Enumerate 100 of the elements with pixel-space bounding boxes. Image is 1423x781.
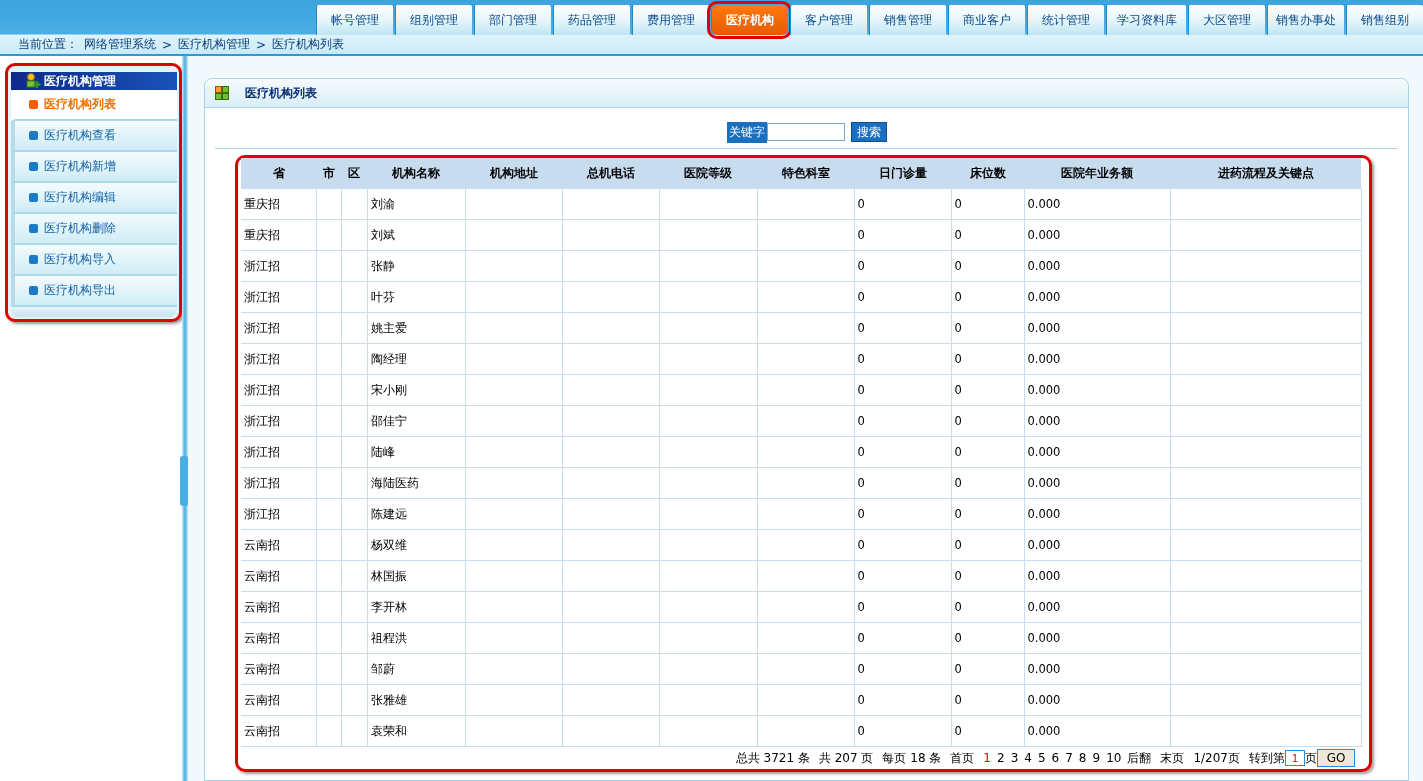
nav-tab[interactable]: 商业客户	[948, 5, 1025, 35]
table-cell: 0	[951, 281, 1024, 313]
goto-page-input[interactable]: 1	[1285, 750, 1305, 766]
column-header: 省	[241, 158, 316, 189]
page-link[interactable]: 6	[1051, 751, 1060, 765]
table-cell: 0	[854, 405, 951, 437]
table-cell: 浙江招	[241, 498, 316, 530]
table-cell: 0	[854, 653, 951, 685]
column-header: 特色科室	[757, 158, 854, 189]
table-cell: 0	[854, 281, 951, 313]
page-link[interactable]: 10	[1106, 751, 1122, 765]
go-button[interactable]: GO	[1317, 749, 1355, 767]
table-cell: 0	[951, 312, 1024, 344]
table-cell: 0	[854, 715, 951, 747]
table-cell: 0.000	[1024, 405, 1170, 437]
nav-tab[interactable]: 部门管理	[474, 5, 551, 35]
table-cell: 云南招	[241, 560, 316, 592]
page-link[interactable]: 2	[997, 751, 1005, 765]
table-cell: 0	[951, 219, 1024, 251]
breadcrumb-separator: >	[256, 37, 267, 52]
sidebar-item[interactable]: 医疗机构编辑	[11, 183, 177, 214]
table-cell: 0.000	[1024, 312, 1170, 344]
table-cell: 0.000	[1024, 250, 1170, 282]
table-cell: 浙江招	[241, 281, 316, 313]
panel-title: 医疗机构列表	[245, 84, 317, 102]
sidebar-item[interactable]: 医疗机构新增	[11, 152, 177, 183]
table-cell: 0	[951, 188, 1024, 220]
table-cell: 0.000	[1024, 436, 1170, 468]
first-page-link[interactable]: 首页	[950, 749, 975, 767]
table-cell: 云南招	[241, 591, 316, 623]
bullet-icon	[29, 100, 38, 109]
table-cell: 0	[854, 591, 951, 623]
column-header: 机构地址	[465, 158, 562, 189]
table-cell: 0.000	[1024, 343, 1170, 375]
table-cell: 浙江招	[241, 467, 316, 499]
nav-tab[interactable]: 大区管理	[1188, 5, 1265, 35]
sidebar-item[interactable]: 医疗机构导入	[11, 245, 177, 276]
breadcrumb-link[interactable]: 网络管理系统	[84, 36, 156, 53]
table-cell: 0	[951, 622, 1024, 654]
sidebar-item[interactable]: 医疗机构查看	[11, 121, 177, 152]
nav-tab[interactable]: 客户管理	[790, 5, 867, 35]
column-header: 医院年业务额	[1024, 158, 1170, 189]
nav-tab[interactable]: 销售办事处	[1267, 5, 1344, 35]
table-cell: 0	[854, 498, 951, 530]
page-link[interactable]: 3	[1010, 751, 1019, 765]
page-link[interactable]: 1	[983, 751, 991, 765]
bullet-icon	[29, 255, 38, 264]
sidebar-title-text: 医疗机构管理	[44, 72, 116, 90]
nav-tab[interactable]: 销售管理	[869, 5, 946, 35]
table-cell: 0	[951, 405, 1024, 437]
page-link[interactable]: 8	[1078, 751, 1087, 765]
nav-tab[interactable]: 费用管理	[632, 5, 709, 35]
table-cell: 浙江招	[241, 250, 316, 282]
table-cell: 0	[854, 467, 951, 499]
table-cell: 0.000	[1024, 591, 1170, 623]
table-cell: 重庆招	[241, 219, 316, 251]
table-cell: 0	[854, 622, 951, 654]
sidebar-item[interactable]: 医疗机构删除	[11, 214, 177, 245]
search-button[interactable]: 搜索	[850, 122, 887, 142]
keyword-input[interactable]	[766, 123, 845, 141]
table-cell: 0.000	[1024, 622, 1170, 654]
collapse-handle[interactable]	[180, 456, 188, 506]
table-cell: 邵佳宁	[367, 405, 465, 437]
breadcrumb-link[interactable]: 医疗机构管理	[178, 36, 251, 53]
goto-label: 转到第	[1249, 749, 1285, 767]
table-cell: 0	[951, 436, 1024, 468]
table-cell: 姚主爱	[367, 312, 465, 344]
table-cell: 陶经理	[367, 343, 465, 375]
table-cell: 0.000	[1024, 560, 1170, 592]
breadcrumb-link[interactable]: 医疗机构列表	[272, 36, 345, 53]
table-cell: 0	[854, 436, 951, 468]
next-page-link[interactable]: 后翻	[1127, 749, 1152, 767]
user-add-icon	[25, 73, 41, 89]
page-suffix: 页	[1305, 749, 1317, 767]
table-cell: 0	[951, 498, 1024, 530]
nav-tab[interactable]: 学习资料库	[1106, 5, 1186, 35]
table-cell: 0.000	[1024, 188, 1170, 220]
table-cell: 杨双维	[367, 529, 465, 561]
nav-tab[interactable]: 统计管理	[1027, 5, 1104, 35]
page-link[interactable]: 5	[1037, 751, 1046, 765]
table-cell: 0.000	[1024, 467, 1170, 499]
table-cell: 李开林	[367, 591, 465, 623]
table-cell: 0.000	[1024, 715, 1170, 747]
last-page-link[interactable]: 末页	[1160, 749, 1185, 767]
table-cell: 0	[951, 653, 1024, 685]
nav-tab[interactable]: 药品管理	[553, 5, 630, 35]
page-link[interactable]: 7	[1065, 751, 1073, 765]
table-cell: 云南招	[241, 529, 316, 561]
table-cell: 0.000	[1024, 219, 1170, 251]
nav-tab[interactable]: 帐号管理	[316, 5, 393, 35]
table-cell: 海陆医药	[367, 467, 465, 499]
total-count: 总共 3721 条	[735, 749, 810, 767]
page-link[interactable]: 9	[1092, 751, 1101, 765]
page-link[interactable]: 4	[1024, 751, 1032, 765]
nav-tab[interactable]: 销售组别	[1346, 5, 1423, 35]
table-cell: 刘渝	[367, 188, 465, 220]
sidebar-item[interactable]: 医疗机构导出	[11, 276, 177, 307]
table-cell: 浙江招	[241, 405, 316, 437]
nav-tab[interactable]: 组别管理	[395, 5, 472, 35]
table-cell: 0.000	[1024, 374, 1170, 406]
